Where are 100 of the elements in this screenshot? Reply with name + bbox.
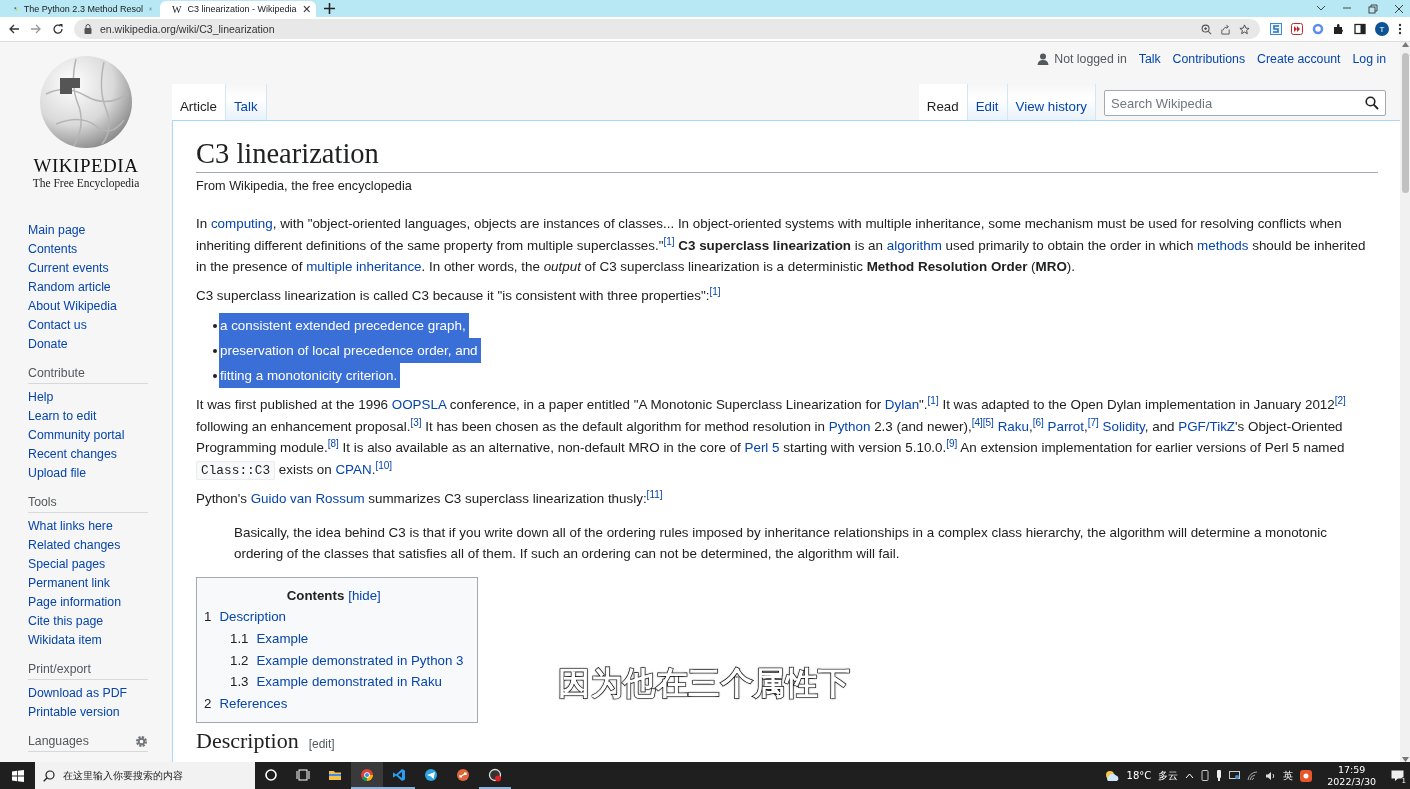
address-bar[interactable]: en.wikipedia.org/wiki/C3_linearization [74,19,1260,39]
chevron-up-icon[interactable] [1185,772,1195,779]
page-tab[interactable]: Article [172,84,226,120]
sidebar-link[interactable]: About Wikipedia [28,299,117,313]
fast-forward-icon[interactable] [1291,23,1303,35]
link[interactable]: Dylan [884,397,920,412]
sidebar-link[interactable]: Main page [28,223,86,237]
phone-icon[interactable] [1201,770,1210,781]
link[interactable]: Guido van Rossum [250,491,365,506]
sidebar-link[interactable]: Printable version [28,705,120,719]
link[interactable]: methods [1197,237,1249,253]
user-link[interactable]: Create account [1257,52,1341,66]
usb-stick-icon[interactable] [1216,770,1223,781]
link[interactable]: CPAN [335,461,372,477]
user-link[interactable]: Log in [1352,52,1386,66]
section-heading: Contribute [28,365,85,382]
browser-tab[interactable]: The Python 2.3 Method Resol [2,1,158,17]
link[interactable]: computing [210,216,273,231]
sidebar-link[interactable]: Upload file [28,466,87,480]
page-tab[interactable]: Edit [967,84,1008,120]
taskbar-search[interactable]: 在这里输入你要搜索的内容 [35,762,255,789]
search-field[interactable]: Search Wikipedia [1104,90,1386,116]
sidebar-link[interactable]: Contents [28,242,78,256]
wordmark: WIKIPEDIA [33,156,139,176]
share-icon[interactable] [1220,23,1231,35]
link[interactable]: Python [828,418,871,434]
page-tab[interactable]: Read [918,84,968,120]
toc-link[interactable]: 1.1 Example [230,630,309,646]
link[interactable]: OOPSLA [391,397,447,412]
profile-avatar[interactable]: T [1375,22,1389,36]
sidebar-link[interactable]: Donate [28,337,68,351]
gear-icon[interactable] [135,735,148,748]
sidebar-link[interactable]: Cite this page [28,614,104,628]
link[interactable]: Raku [997,418,1029,434]
section-heading: Languages [28,733,89,750]
more-icon[interactable] [1398,23,1402,35]
sidebar-link[interactable]: Permanent link [28,576,111,590]
link[interactable]: PGF/TikZ [1178,418,1236,434]
side-panel-icon[interactable] [1354,23,1366,35]
sidebar-link[interactable]: Wikidata item [28,633,102,647]
notification-icon[interactable] [1391,769,1404,782]
sidebar-link[interactable]: Related changes [28,538,121,552]
taskbar-app[interactable] [351,762,383,789]
link[interactable]: Parrot [1047,418,1084,434]
toc-link[interactable]: 1 Description [204,609,286,625]
speaker-icon[interactable] [1265,770,1277,781]
page-tab[interactable]: View history [1007,84,1096,120]
link[interactable]: multiple inheritance [306,259,422,274]
zoom-icon[interactable] [1201,23,1212,35]
user-link[interactable]: Contributions [1172,52,1246,66]
browser-tab[interactable]: W C3 linearization - Wikipedia [160,1,316,17]
close-icon[interactable] [302,5,310,13]
link[interactable]: Solidity [1102,418,1145,434]
search-icon[interactable] [1365,96,1379,110]
search-placeholder: 在这里输入你要搜索的内容 [63,768,183,783]
link[interactable]: Perl 5 [744,440,780,455]
login-status: Not logged in [1054,52,1127,66]
star-icon[interactable] [1239,23,1250,35]
ring-icon[interactable] [1312,23,1324,35]
restore-icon[interactable] [1368,3,1378,14]
sidebar-link[interactable]: Special pages [28,557,106,571]
input-language[interactable]: 英 [1283,768,1294,783]
toc-link[interactable]: 2 References [204,696,288,711]
user-link[interactable]: Talk [1138,52,1161,66]
page-tab[interactable]: Talk [225,84,267,120]
sidebar-link[interactable]: Contact us [28,318,87,332]
sidebar-link[interactable]: Download as PDF [28,686,128,700]
clock-time: 17:59 [1337,763,1366,776]
plus-icon[interactable] [324,3,335,14]
close-icon[interactable] [1394,3,1404,14]
sidebar-link[interactable]: Community portal [28,428,125,442]
sidebar-link[interactable]: Learn to edit [28,409,97,423]
back-icon[interactable] [8,23,20,35]
sidebar-link[interactable]: Page information [28,595,121,609]
sidebar-link[interactable]: Recent changes [28,447,117,461]
sidebar-link[interactable]: What links here [28,519,113,533]
cloud-icon [1103,769,1120,782]
scroll-thumb[interactable] [1401,53,1409,193]
paragraph: C3 superclass linearization is called C3 because it "is consistent with three properties":$^{[1]}$ [196,284,722,305]
monitor-icon[interactable] [1229,770,1241,781]
quote: Basically, the idea behind C3 is that if you write down all of the ordering rules imposed by inheritance relationships in a complex class hierarchy, the algorithm will determine a monotonic ordering of the classes that satisfies all of them. If such an ordering can not be determined, the algorithm will fail. [234,523,1328,563]
search-icon [43,769,55,782]
paragraph: In computing, with "object-oriented languages, objects are instances of classes... In object-oriented systems with multiple inheritance, some mechanism must be used for resolving conflicts when inheriting different definitions of the same property from multiple superclasses."$^{[1]}$ C3 superclass linearization is an algorithm used primarily to obtain the order in which methods should be inherited in the presence of multiple inheritance. In other words, the output of C3 superclass linearization is a deterministic Method Resolution Order (MRO). [196,215,1367,276]
toc-link[interactable]: 1.2 Example demonstrated in Python 3 [230,652,464,668]
wifi-icon[interactable] [1247,770,1259,781]
puzzle-icon[interactable] [1333,23,1345,35]
sidebar-link[interactable]: Random article [28,280,111,294]
windows-icon[interactable] [11,769,24,782]
reload-icon[interactable] [52,23,64,35]
chevron-down-icon[interactable] [1316,3,1326,12]
sidebar-link[interactable]: Current events [28,261,109,275]
link[interactable]: algorithm [886,237,942,253]
forward-icon[interactable] [30,23,42,35]
input-method-icon[interactable] [1300,769,1313,782]
toggle-link[interactable]: [hide] [348,584,381,607]
sidebar-link[interactable]: Help [28,390,54,404]
toc-link[interactable]: 1.3 Example demonstrated in Raku [230,674,442,690]
contents-title: Contents [286,586,345,605]
chrome-icon [360,767,374,782]
edit-link[interactable]: [edit] [308,731,335,757]
